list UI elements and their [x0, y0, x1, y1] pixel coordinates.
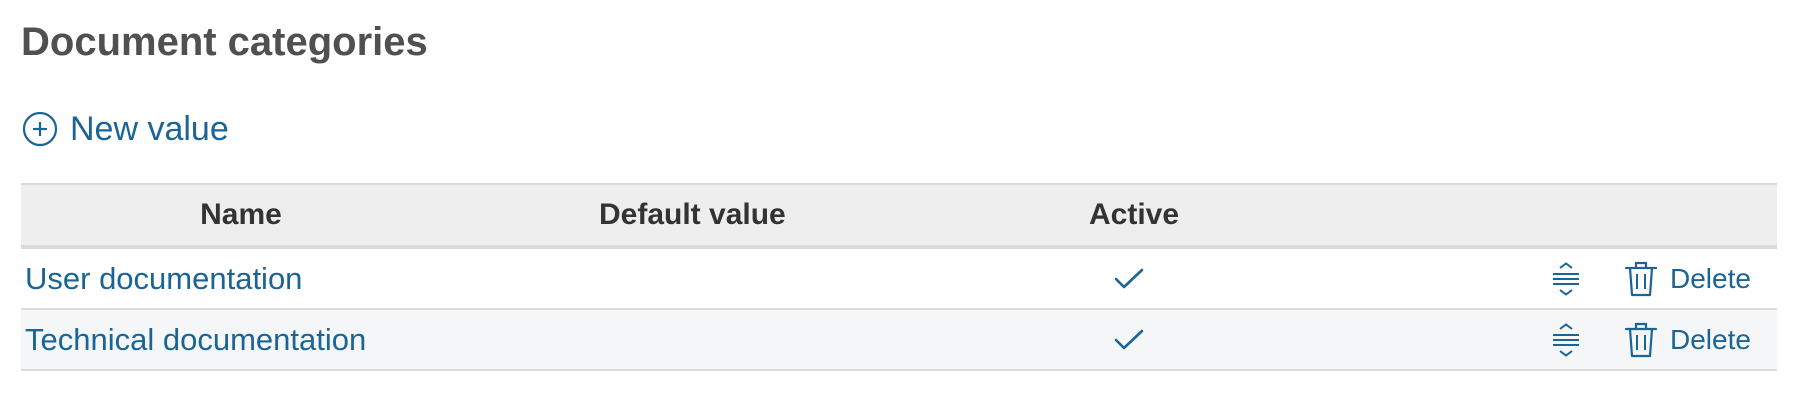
delete-label: Delete	[1670, 323, 1751, 355]
sort-handle-icon[interactable]	[1546, 259, 1586, 299]
checkmark-icon	[1111, 261, 1147, 297]
category-name-link[interactable]: User documentation	[25, 261, 302, 297]
new-value-label: New value	[70, 109, 229, 148]
checkmark-icon	[1111, 322, 1147, 358]
table-row: User documentation Delete	[21, 249, 1777, 310]
categories-table: Name Default value Active User documenta…	[21, 183, 1777, 371]
sort-handle-icon[interactable]	[1546, 320, 1586, 360]
trash-icon	[1624, 260, 1658, 298]
plus-circle-icon	[22, 111, 58, 147]
delete-label: Delete	[1670, 262, 1751, 294]
column-header-active[interactable]: Active	[941, 198, 1247, 232]
new-value-link[interactable]: New value	[22, 108, 229, 150]
delete-button[interactable]: Delete	[1624, 321, 1751, 359]
column-header-name[interactable]: Name	[21, 198, 461, 232]
page-title: Document categories	[21, 20, 428, 64]
page: Document categories New value Name Defau…	[0, 0, 1798, 400]
category-name-link[interactable]: Technical documentation	[25, 322, 366, 358]
delete-button[interactable]: Delete	[1624, 260, 1751, 298]
column-header-default-value[interactable]: Default value	[461, 198, 941, 232]
table-row: Technical documentation Delete	[21, 310, 1777, 371]
trash-icon	[1624, 321, 1658, 359]
table-header: Name Default value Active	[21, 183, 1777, 249]
